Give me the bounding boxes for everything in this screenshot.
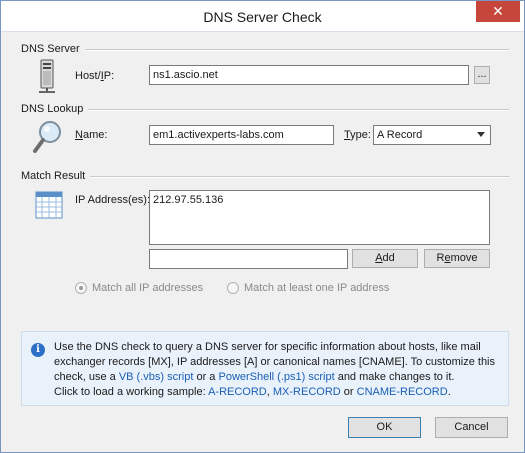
- dns-lookup-section-label: DNS Lookup: [21, 103, 84, 115]
- powershell-script-link[interactable]: PowerShell (.ps1) script: [218, 371, 334, 383]
- window-title: DNS Server Check: [203, 9, 322, 25]
- cancel-button[interactable]: Cancel: [435, 417, 508, 438]
- dns-server-section-label: DNS Server: [21, 43, 80, 55]
- title-bar: DNS Server Check ✕: [1, 1, 524, 32]
- ip-addresses-label: IP Address(es):: [75, 194, 150, 206]
- remove-button[interactable]: Remove: [424, 249, 490, 268]
- info-line: Use the DNS check to query a DNS server …: [54, 341, 481, 353]
- info-panel: i Use the DNS check to query a DNS serve…: [21, 331, 509, 406]
- info-line: check, use a VB (.vbs) script or a Power…: [54, 371, 455, 383]
- vb-script-link[interactable]: VB (.vbs) script: [119, 371, 194, 383]
- name-label: Name:: [75, 129, 108, 141]
- dialog-window: DNS Server Check ✕ DNS Server Host/IP: n…: [0, 0, 525, 453]
- close-button[interactable]: ✕: [476, 1, 520, 22]
- ip-address-list[interactable]: 212.97.55.136: [149, 190, 490, 245]
- type-label: Type:: [344, 129, 371, 141]
- magnifier-icon: [31, 119, 65, 155]
- a-record-link[interactable]: A-RECORD: [208, 386, 267, 398]
- match-result-section-label: Match Result: [21, 170, 86, 182]
- mx-record-link[interactable]: MX-RECORD: [273, 386, 341, 398]
- radio-checked-icon: [75, 282, 87, 294]
- info-text: Use the DNS check to query a DNS server …: [54, 340, 504, 400]
- browse-host-button[interactable]: ...: [474, 66, 490, 84]
- chevron-down-icon: [477, 132, 485, 137]
- ok-button[interactable]: OK: [348, 417, 421, 438]
- info-icon: i: [31, 343, 45, 357]
- new-ip-input[interactable]: [149, 249, 348, 269]
- record-type-value: A Record: [377, 129, 423, 141]
- match-all-radio[interactable]: Match all IP addresses: [75, 282, 203, 294]
- section-divider: [88, 109, 509, 111]
- host-ip-input[interactable]: ns1.ascio.net: [149, 65, 469, 85]
- match-one-radio[interactable]: Match at least one IP address: [227, 282, 389, 294]
- section-divider: [85, 49, 509, 51]
- server-icon: [37, 59, 57, 93]
- info-line: Click to load a working sample: A-RECORD…: [54, 386, 451, 398]
- host-ip-label: Host/IP:: [75, 70, 115, 82]
- info-line: exchanger records [MX], IP addresses [A]…: [54, 356, 496, 368]
- section-divider: [90, 176, 509, 178]
- record-type-select[interactable]: A Record: [373, 125, 491, 145]
- add-button[interactable]: Add: [352, 249, 418, 268]
- match-all-label: Match all IP addresses: [92, 282, 204, 294]
- lookup-name-input[interactable]: em1.activexperts-labs.com: [149, 125, 334, 145]
- radio-unchecked-icon: [227, 282, 239, 294]
- table-grid-icon: [35, 191, 63, 219]
- cname-record-link[interactable]: CNAME-RECORD: [357, 386, 448, 398]
- list-item[interactable]: 212.97.55.136: [153, 194, 486, 206]
- match-one-label: Match at least one IP address: [244, 282, 390, 294]
